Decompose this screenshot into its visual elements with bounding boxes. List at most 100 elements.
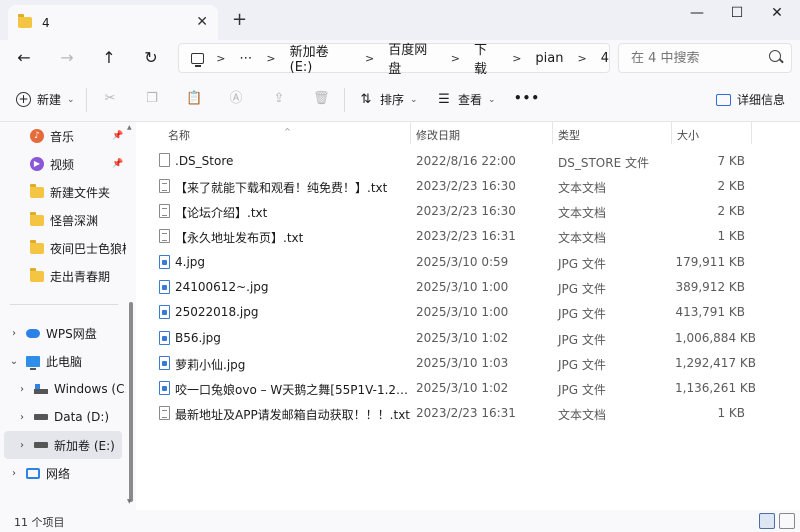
breadcrumb-baidu[interactable]: 百度网盘 <box>388 39 436 77</box>
file-name: 【来了就能下载和观看！纯免费！】.txt <box>175 181 388 195</box>
details-view-icon[interactable] <box>759 513 775 529</box>
file-size: 1 KB <box>717 406 745 420</box>
scroll-down-icon[interactable]: ▼ <box>127 498 132 505</box>
chevron-right-icon[interactable]: › <box>16 440 28 451</box>
sidebar-item-drive-d[interactable]: › Data (D:) <box>0 403 126 431</box>
refresh-button[interactable]: ↻ <box>139 48 163 67</box>
column-header-date[interactable]: 修改日期 <box>416 127 460 143</box>
file-row[interactable]: .DS_Store 2022/8/16 22:00 DS_STORE 文件 7 … <box>136 148 800 173</box>
sidebar-item-this-pc[interactable]: ⌄ 此电脑 <box>0 347 126 375</box>
more-icon: ••• <box>514 91 541 105</box>
breadcrumb-current[interactable]: 4 <box>601 51 609 66</box>
view-label: 查看 <box>458 93 483 107</box>
file-row[interactable]: 咬一口兔娘ovo – W天鹅之舞[55P1V-1.20GB].j... 2025… <box>136 375 800 400</box>
sidebar-item-label: WPS网盘 <box>46 326 97 341</box>
delete-button[interactable]: 🗑 <box>313 91 335 107</box>
toolbar-divider <box>344 88 345 112</box>
column-header-size[interactable]: 大小 <box>677 127 699 143</box>
sidebar-item-network[interactable]: › 网络 <box>0 459 126 487</box>
column-divider[interactable] <box>410 122 411 144</box>
tiles-view-icon[interactable] <box>779 513 795 529</box>
view-button[interactable]: ☰ 查看 ⌄ <box>436 91 496 108</box>
column-header-name[interactable]: 名称 <box>168 127 190 143</box>
chevron-right-icon[interactable]: › <box>8 328 20 339</box>
file-row[interactable]: 24100612~.jpg 2025/3/10 1:00 JPG 文件 389,… <box>136 274 800 299</box>
search-input[interactable] <box>631 50 751 66</box>
new-label: 新建 <box>37 93 62 107</box>
file-name: 萝莉小仙.jpg <box>175 358 246 372</box>
details-pane-button[interactable]: 详细信息 <box>716 91 785 108</box>
sidebar-item-label: 视频 <box>50 157 75 172</box>
file-row[interactable]: 最新地址及APP请发邮箱自动获取！！！.txt 2023/2/23 16:31 … <box>136 400 800 425</box>
file-row[interactable]: B56.jpg 2025/3/10 1:02 JPG 文件 1,006,884 … <box>136 325 800 350</box>
share-button[interactable]: ⇪ <box>271 91 293 107</box>
image-file-icon <box>159 280 170 294</box>
file-icon <box>159 153 170 167</box>
text-file-icon <box>159 204 170 218</box>
file-name: 24100612~.jpg <box>175 280 269 294</box>
search-box[interactable] <box>618 43 792 73</box>
sidebar-item-videos[interactable]: ▶ 视频 📌 <box>0 150 126 178</box>
more-options-button[interactable]: ••• <box>514 91 540 105</box>
sidebar-item-drive-e[interactable]: › 新加卷 (E:) <box>4 431 122 459</box>
scrollbar-thumb[interactable] <box>129 302 133 502</box>
file-row[interactable]: 【来了就能下载和观看！纯免费！】.txt 2023/2/23 16:30 文本文… <box>136 173 800 198</box>
search-icon[interactable] <box>769 50 781 62</box>
up-button[interactable]: ↑ <box>97 48 121 67</box>
sidebar-scrollbar[interactable]: ▲ ▼ <box>126 122 136 510</box>
breadcrumb-pian[interactable]: pian <box>535 51 563 66</box>
drive-icon <box>34 414 48 420</box>
file-row[interactable]: 4.jpg 2025/3/10 0:59 JPG 文件 179,911 KB <box>136 249 800 274</box>
breadcrumb-download[interactable]: 下载 <box>474 39 498 77</box>
address-bar[interactable]: > ⋯ > 新加卷 (E:) > 百度网盘 > 下载 > pian > 4 <box>178 41 610 77</box>
sidebar-item-folder[interactable]: 走出青春期 <box>0 262 126 290</box>
forward-button[interactable]: → <box>55 48 79 67</box>
new-tab-button[interactable]: + <box>232 9 247 30</box>
file-name: 咬一口兔娘ovo – W天鹅之舞[55P1V-1.20GB].j... <box>175 383 411 397</box>
column-header-type[interactable]: 类型 <box>558 127 580 143</box>
cut-button[interactable]: ✂ <box>102 91 124 107</box>
file-size: 1,292,417 KB <box>675 356 756 370</box>
column-divider[interactable] <box>671 122 672 144</box>
tab-close-button[interactable]: ✕ <box>196 14 208 30</box>
copy-button[interactable]: ❐ <box>144 91 166 107</box>
chevron-down-icon: ⌄ <box>488 94 496 105</box>
file-row[interactable]: 【永久地址发布页】.txt 2023/2/23 16:31 文本文档 1 KB <box>136 223 800 248</box>
column-divider[interactable] <box>751 122 752 144</box>
sidebar-item-drive-c[interactable]: › Windows (C:) <box>0 375 126 403</box>
chevron-down-icon[interactable]: ⌄ <box>8 356 20 367</box>
sidebar-item-wps-cloud[interactable]: › WPS网盘 <box>0 319 126 347</box>
file-row[interactable]: 【论坛介绍】.txt 2023/2/23 16:30 文本文档 2 KB <box>136 198 800 223</box>
close-window-button[interactable]: ✕ <box>762 5 792 21</box>
sidebar-item-label: Data (D:) <box>54 410 110 424</box>
column-divider[interactable] <box>552 122 553 144</box>
file-size: 1 KB <box>717 229 745 243</box>
file-row[interactable]: 萝莉小仙.jpg 2025/3/10 1:03 JPG 文件 1,292,417… <box>136 350 800 375</box>
sidebar-item-folder[interactable]: 夜间巴士色狼模 <box>0 234 126 262</box>
chevron-right-icon[interactable]: › <box>8 468 20 479</box>
minimize-button[interactable]: — <box>682 5 712 21</box>
file-row[interactable]: 25022018.jpg 2025/3/10 1:00 JPG 文件 413,7… <box>136 299 800 324</box>
sort-button[interactable]: ⇅ 排序 ⌄ <box>358 91 418 108</box>
sidebar-item-music[interactable]: ♪ 音乐 📌 <box>0 122 126 150</box>
image-file-icon <box>159 305 170 319</box>
chevron-right-icon[interactable]: › <box>16 412 28 423</box>
sidebar-item-new-folder[interactable]: 新建文件夹 <box>0 178 126 206</box>
file-size: 413,791 KB <box>675 305 745 319</box>
scroll-up-icon[interactable]: ▲ <box>127 124 132 131</box>
back-button[interactable]: ← <box>12 48 36 67</box>
file-name: 最新地址及APP请发邮箱自动获取！！！.txt <box>175 408 411 422</box>
rename-button[interactable]: Ⓐ <box>228 91 250 107</box>
breadcrumb-drive[interactable]: 新加卷 (E:) <box>290 41 351 75</box>
sidebar-item-folder[interactable]: 怪兽深渊 <box>0 206 126 234</box>
video-icon: ▶ <box>30 157 44 171</box>
chevron-right-icon[interactable]: › <box>16 384 28 395</box>
breadcrumb-more-button[interactable]: ⋯ <box>239 51 252 66</box>
text-file-icon <box>159 229 170 243</box>
tab-current[interactable]: 4 ✕ <box>8 5 218 40</box>
new-button[interactable]: + 新建 ⌄ <box>16 91 75 108</box>
file-type: JPG 文件 <box>558 282 606 296</box>
paste-button[interactable]: 📋 <box>186 91 208 107</box>
maximize-button[interactable]: ☐ <box>722 5 752 21</box>
sidebar-item-label: 夜间巴士色狼模 <box>50 241 126 256</box>
